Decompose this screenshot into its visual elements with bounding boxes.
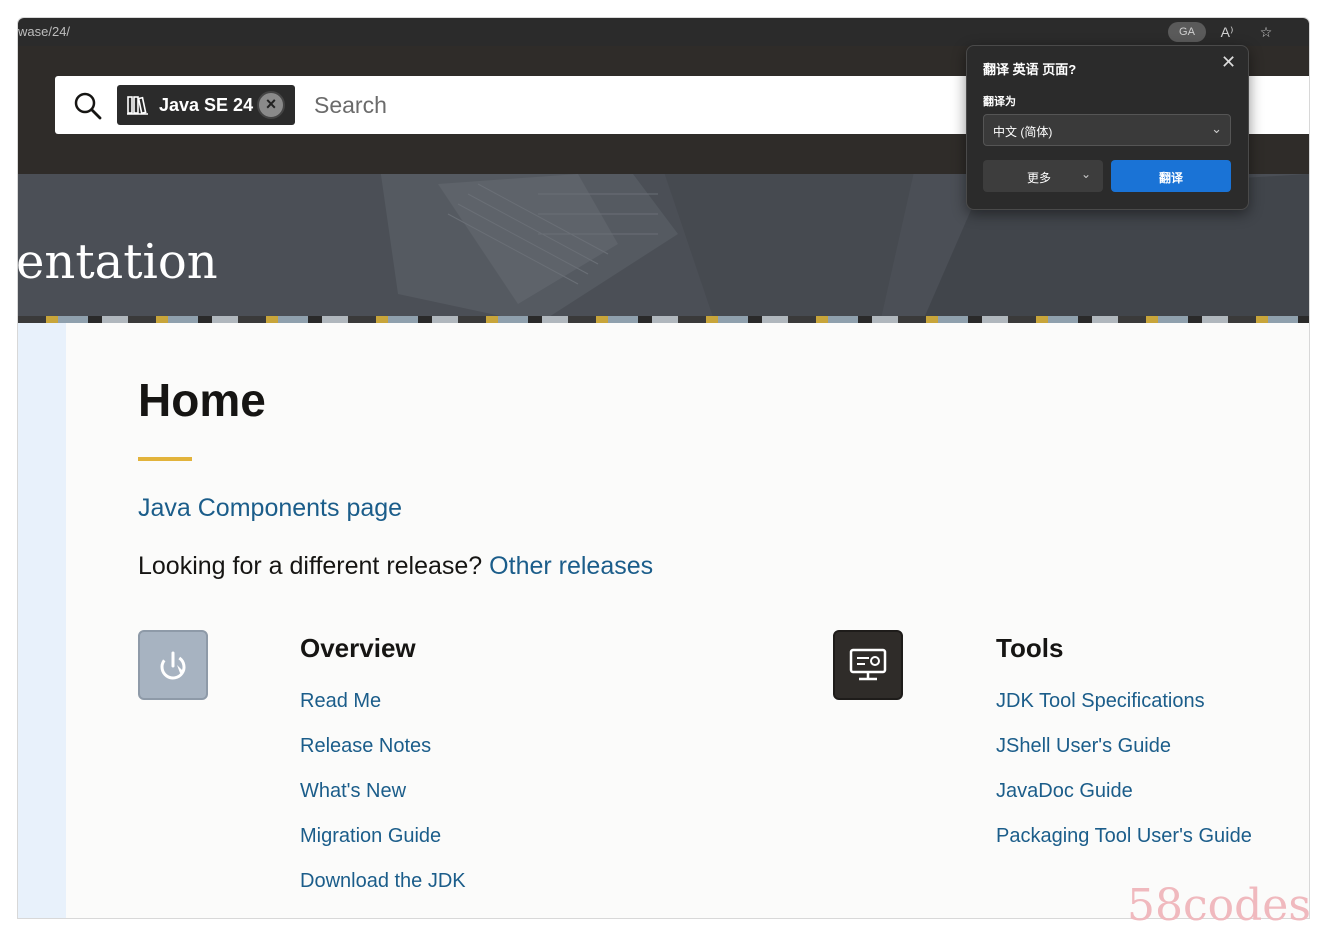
language-value: 中文 (简体) — [993, 125, 1053, 139]
more-label: 更多 — [1027, 171, 1052, 185]
banner-title: entation — [18, 234, 218, 290]
tools-links: JDK Tool Specifications JShell User's Gu… — [996, 690, 1252, 870]
chevron-down-icon: ⌄ — [1081, 167, 1092, 181]
close-icon[interactable]: × — [257, 91, 285, 119]
translate-button[interactable]: 翻译 — [1111, 160, 1231, 192]
overview-links: Read Me Release Notes What's New Migrati… — [300, 690, 466, 915]
watermark: 58codes — [1127, 880, 1311, 931]
search-icon[interactable] — [73, 91, 103, 126]
translate-label: 翻译 — [1159, 171, 1184, 185]
title-underline — [138, 457, 192, 461]
release-notes-link[interactable]: Release Notes — [300, 735, 466, 780]
tools-heading: Tools — [996, 633, 1064, 663]
close-icon[interactable]: ✕ — [1221, 52, 1236, 73]
translate-to-label: 翻译为 — [983, 96, 1016, 108]
jdk-tool-specs-link[interactable]: JDK Tool Specifications — [996, 690, 1252, 735]
overview-heading: Overview — [300, 633, 416, 663]
migration-guide-link[interactable]: Migration Guide — [300, 825, 466, 870]
other-release-line: Looking for a different release? Other r… — [138, 552, 653, 581]
javadoc-guide-link[interactable]: JavaDoc Guide — [996, 780, 1252, 825]
main-content: Home Java Components page Looking for a … — [18, 323, 1309, 918]
whats-new-link[interactable]: What's New — [300, 780, 466, 825]
more-button[interactable]: 更多 ⌄ — [983, 160, 1103, 192]
star-icon[interactable]: ☆ — [1256, 22, 1276, 42]
power-icon — [138, 630, 208, 700]
search-input[interactable]: Search — [314, 92, 387, 119]
monitor-tools-icon — [833, 630, 903, 700]
read-aloud-icon[interactable]: A⁾ — [1217, 22, 1237, 42]
jshell-guide-link[interactable]: JShell User's Guide — [996, 735, 1252, 780]
download-jdk-link[interactable]: Download the JDK — [300, 870, 466, 915]
release-filter-chip[interactable]: Java SE 24 × — [117, 85, 295, 125]
page-title: Home — [138, 374, 266, 426]
packaging-tool-guide-link[interactable]: Packaging Tool User's Guide — [996, 825, 1252, 870]
java-components-link[interactable]: Java Components page — [138, 494, 402, 523]
browser-toolbar: wase/24/ GA A⁾ ☆ — [18, 18, 1309, 46]
read-me-link[interactable]: Read Me — [300, 690, 466, 735]
looking-text: Looking for a different release? — [138, 552, 483, 580]
chip-label: Java SE 24 — [159, 95, 254, 115]
library-icon — [127, 95, 149, 120]
chevron-down-icon: ⌄ — [1211, 121, 1222, 136]
other-releases-link[interactable]: Other releases — [489, 552, 653, 580]
language-select[interactable]: 中文 (简体) ⌄ — [983, 114, 1231, 146]
address-bar[interactable]: wase/24/ — [18, 24, 70, 39]
popup-title: 翻译 英语 页面? — [983, 62, 1077, 77]
left-rail — [18, 323, 66, 918]
translate-page-icon[interactable]: GA — [1168, 22, 1206, 42]
translate-popup: 翻译 英语 页面? ✕ 翻译为 中文 (简体) ⌄ 更多 ⌄ 翻译 — [966, 45, 1249, 210]
